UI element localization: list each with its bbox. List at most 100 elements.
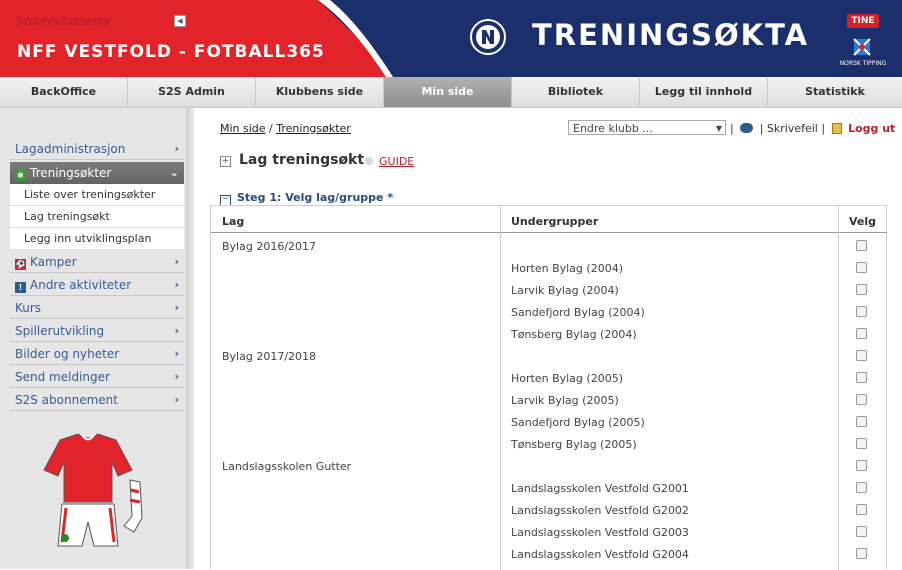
nff-logo-icon (470, 19, 506, 55)
notebook-icon (831, 123, 842, 134)
sidebar-item-label: Andre aktiviteter (30, 278, 132, 292)
sidebar-item-meldinger[interactable]: Send meldinger › (10, 366, 184, 388)
guide-link[interactable]: GUIDE (365, 155, 414, 168)
row-checkbox[interactable] (856, 416, 867, 427)
column-header-velg: Velg (849, 215, 877, 228)
table-cell-lag: Bylag 2017/2018 (222, 350, 317, 363)
table-cell-lag: Landslagsskolen Gutter (222, 460, 352, 473)
table-cell-undergruppe: Tønsberg Bylag (2004) (511, 328, 637, 341)
team-kit-illustration (43, 433, 143, 547)
table-cell-undergruppe: Tønsberg Bylag (2005) (511, 438, 637, 451)
column-header-lag: Lag (222, 215, 245, 228)
chevron-right-icon: › (174, 324, 179, 337)
sidebar-item-treningsokter[interactable]: ✱ Treningsøkter ⌄ (10, 162, 184, 184)
row-checkbox[interactable] (856, 240, 867, 251)
table-cell-undergruppe: Horten Bylag (2005) (511, 372, 623, 385)
site-header: NFF VESTFOLD - FOTBALL365 TRENINGSØKTA T… (0, 0, 902, 77)
nav-klubbens-side[interactable]: Klubbens side (256, 77, 384, 107)
sidebar-item-bilder[interactable]: Bilder og nyheter › (10, 343, 184, 365)
sidebar-item-andre-aktiviteter[interactable]: ! Andre aktiviteter › (10, 274, 184, 296)
step-header[interactable]: − Steg 1: Velg lag/gruppe * (220, 191, 393, 206)
sidebar-item-label: Lagadministrasjon (15, 142, 126, 156)
chevron-right-icon: › (174, 301, 179, 314)
step-label: Steg 1: Velg lag/gruppe * (237, 191, 394, 204)
table-cell-undergruppe: Landslagsskolen Vestfold G2001 (511, 482, 689, 495)
page-title-text: Lag treningsøkt (239, 152, 365, 168)
chevron-right-icon: › (174, 278, 179, 291)
guide-label: GUIDE (379, 155, 415, 168)
site-title: TRENINGSØKTA (532, 18, 810, 52)
row-checkbox[interactable] (856, 372, 867, 383)
row-checkbox[interactable] (856, 262, 867, 273)
sidebar-item-lagadministrasjon[interactable]: Lagadministrasjon › (10, 138, 184, 160)
chevron-right-icon: › (174, 142, 179, 155)
row-checkbox[interactable] (856, 306, 867, 317)
row-checkbox[interactable] (856, 526, 867, 537)
chat-icon[interactable] (740, 123, 754, 133)
sidebar-sub-utviklingsplan[interactable]: Legg inn utviklingsplan (10, 228, 184, 250)
toolbar-links: | | Skrivefeil | Logg ut (730, 122, 896, 135)
nav-legg-til-innhold[interactable]: Legg til innhold (640, 77, 768, 107)
row-checkbox[interactable] (856, 438, 867, 449)
collapse-icon[interactable]: ◀ (174, 15, 186, 27)
table-cell-undergruppe: Sandefjord Bylag (2005) (511, 416, 645, 429)
lightbulb-icon (365, 157, 373, 165)
norsk-tipping-icon (853, 38, 871, 56)
nav-s2s-admin[interactable]: S2S Admin (128, 77, 256, 107)
table-cell-undergruppe: Sandefjord Bylag (2004) (511, 306, 645, 319)
sidebar-item-kurs[interactable]: Kurs › (10, 297, 184, 319)
chevron-right-icon: › (174, 393, 179, 406)
sidebar-item-label: S2S abonnement (15, 393, 118, 407)
nav-backoffice[interactable]: BackOffice (0, 77, 128, 107)
tine-logo: TINE (847, 14, 879, 28)
column-divider (500, 206, 501, 570)
row-checkbox[interactable] (856, 394, 867, 405)
club-select[interactable]: Endre klubb ... ▼ (568, 120, 726, 135)
nav-min-side[interactable]: Min side (384, 77, 512, 107)
sidebar-sub-lag-treningsokt[interactable]: Lag treningsøkt (10, 206, 184, 228)
row-checkbox[interactable] (856, 548, 867, 559)
breadcrumb-treningsokter[interactable]: Treningsøkter (276, 122, 351, 135)
nav-statistikk[interactable]: Statistikk (768, 77, 902, 107)
match-icon: ⚽ (15, 259, 26, 270)
chevron-down-icon: ⌄ (169, 166, 179, 179)
table-cell-undergruppe: Landslagsskolen Vestfold G2002 (511, 504, 689, 517)
sidebar-sub-liste[interactable]: Liste over treningsøkter (10, 184, 184, 206)
sidebar-item-label: Treningsøkter (30, 166, 112, 180)
sidebar-item-label: Kamper (30, 255, 77, 269)
skrivefeil-link[interactable]: Skrivefeil (767, 122, 818, 135)
sidebar-item-spillerutvikling[interactable]: Spillerutvikling › (10, 320, 184, 342)
breadcrumb: Min side / Treningsøkter (220, 122, 351, 135)
column-divider (838, 206, 839, 570)
table-cell-undergruppe: Larvik Bylag (2005) (511, 394, 619, 407)
row-checkbox[interactable] (856, 284, 867, 295)
table-cell-undergruppe: Horten Bylag (2004) (511, 262, 623, 275)
row-checkbox[interactable] (856, 350, 867, 361)
row-checkbox[interactable] (856, 482, 867, 493)
row-checkbox[interactable] (856, 460, 867, 471)
training-icon: ✱ (15, 170, 26, 181)
sidebar-item-label: Kurs (15, 301, 42, 315)
table-cell-undergruppe: Landslagsskolen Vestfold G2003 (511, 526, 689, 539)
sidebar-item-kamper[interactable]: ⚽ Kamper › (10, 251, 184, 273)
row-checkbox[interactable] (856, 504, 867, 515)
table-cell-lag: Bylag 2016/2017 (222, 240, 317, 253)
expand-icon[interactable]: + (220, 156, 231, 167)
logout-link[interactable]: Logg ut (848, 122, 895, 135)
sidebar-item-label: Spillerutvikling (15, 324, 105, 338)
chevron-right-icon: › (174, 347, 179, 360)
sidebar-shadow (186, 108, 194, 569)
page-title: + Lag treningsøkt (220, 152, 364, 168)
activity-icon: ! (15, 282, 26, 293)
column-header-undergrupper: Undergrupper (511, 215, 599, 228)
sidebar-item-label: Bilder og nyheter (15, 347, 120, 361)
breadcrumb-separator: / (265, 122, 277, 135)
row-checkbox[interactable] (856, 328, 867, 339)
table-cell-undergruppe: Landslagsskolen Vestfold G2004 (511, 548, 689, 561)
nav-bibliotek[interactable]: Bibliotek (512, 77, 640, 107)
sidebar-item-s2s[interactable]: S2S abonnement › (10, 389, 184, 411)
brand-title[interactable]: NFF VESTFOLD - FOTBALL365 (17, 42, 325, 62)
chevron-right-icon: › (174, 370, 179, 383)
sidebar-heading: Snarveismeny (15, 14, 111, 28)
breadcrumb-min-side[interactable]: Min side (220, 122, 266, 135)
